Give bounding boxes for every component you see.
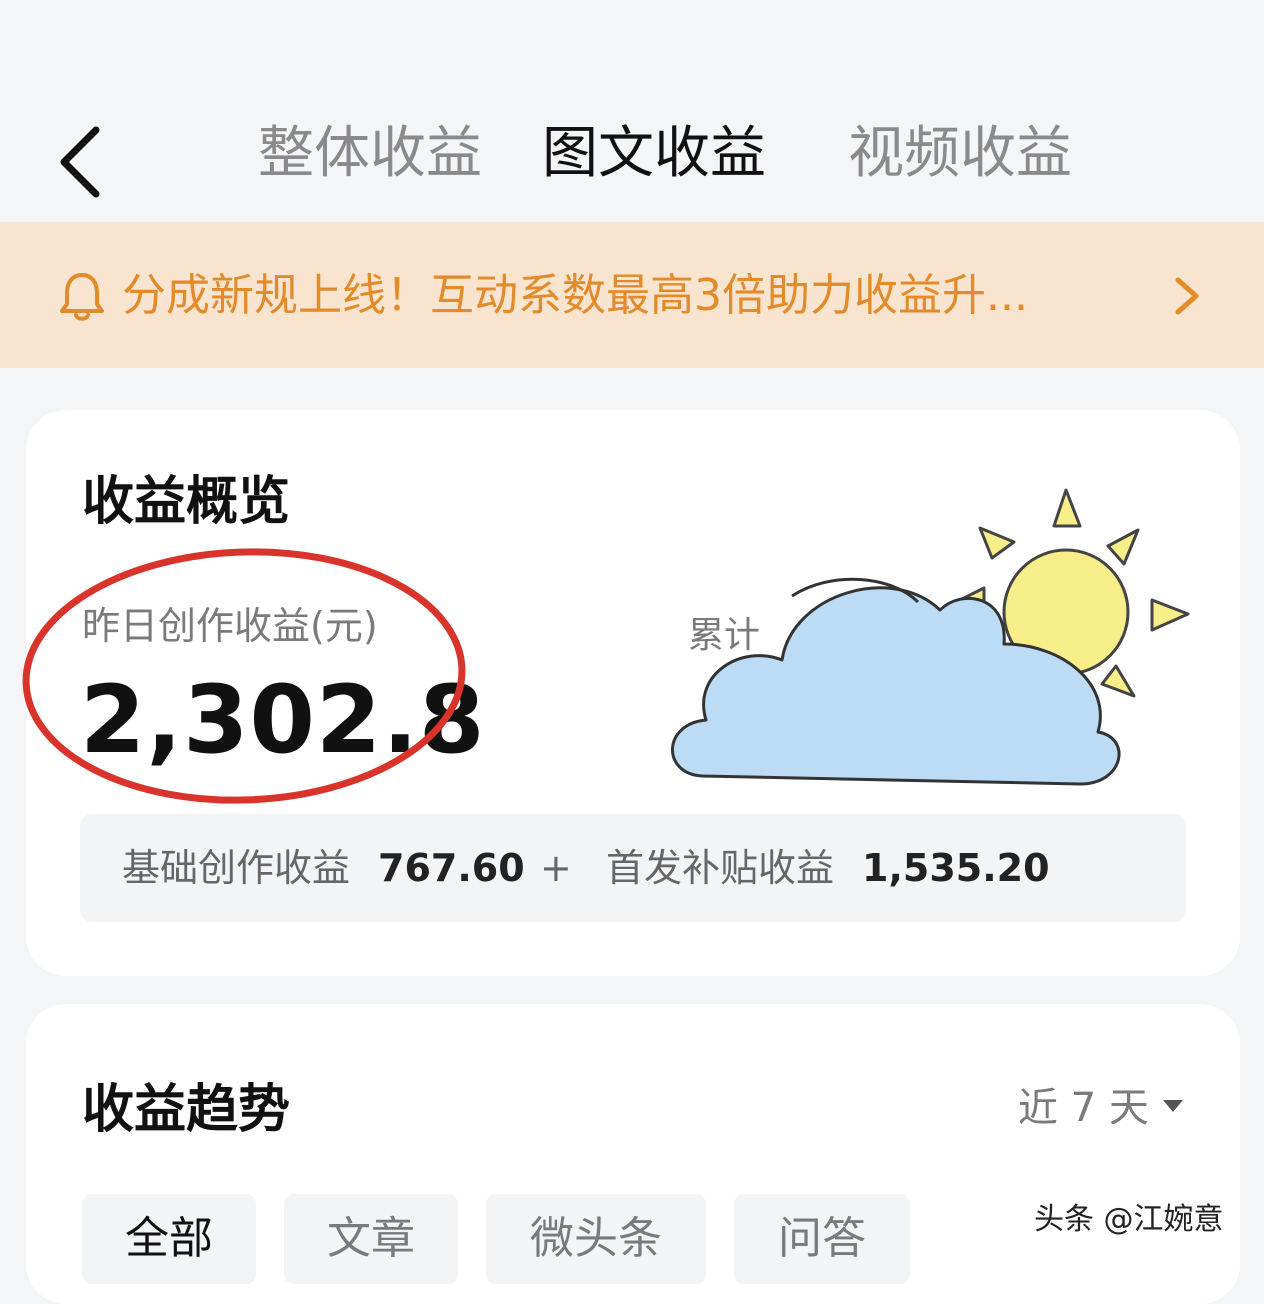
filter-all[interactable]: 全部 bbox=[82, 1194, 256, 1284]
watermark: 头条 @江婉意 bbox=[1034, 1202, 1224, 1237]
filter-article[interactable]: 文章 bbox=[284, 1194, 458, 1284]
filter-micro-headline[interactable]: 微头条 bbox=[486, 1194, 706, 1284]
chevron-left-icon bbox=[60, 126, 100, 198]
range-select[interactable]: 近 7 天 bbox=[1018, 1082, 1183, 1134]
trend-title: 收益趋势 bbox=[82, 1080, 291, 1140]
caret-down-icon bbox=[1162, 1100, 1183, 1112]
first-publish-income-value: 1,535.20 bbox=[862, 846, 1050, 890]
plus-sign: + bbox=[540, 846, 572, 890]
first-publish-income-label: 首发补贴收益 bbox=[606, 846, 835, 890]
sun-cloud-sticker bbox=[671, 488, 1190, 786]
tab-overall-income[interactable]: 整体收益 bbox=[258, 118, 482, 190]
bell-icon bbox=[60, 273, 104, 321]
tab-article-income[interactable]: 图文收益 bbox=[542, 118, 766, 190]
base-income-label: 基础创作收益 bbox=[122, 846, 351, 890]
filter-qa[interactable]: 问答 bbox=[734, 1194, 910, 1284]
annotation-circle bbox=[22, 548, 466, 804]
back-button[interactable] bbox=[52, 120, 112, 210]
base-income-value: 767.60 bbox=[378, 846, 525, 890]
chevron-right-icon bbox=[1175, 277, 1199, 315]
range-label: 近 7 天 bbox=[1018, 1085, 1149, 1131]
overview-title: 收益概览 bbox=[82, 472, 291, 532]
notice-text: 分成新规上线！互动系数最高3倍助力收益升... bbox=[122, 270, 1028, 321]
tab-video-income[interactable]: 视频收益 bbox=[848, 118, 1072, 190]
